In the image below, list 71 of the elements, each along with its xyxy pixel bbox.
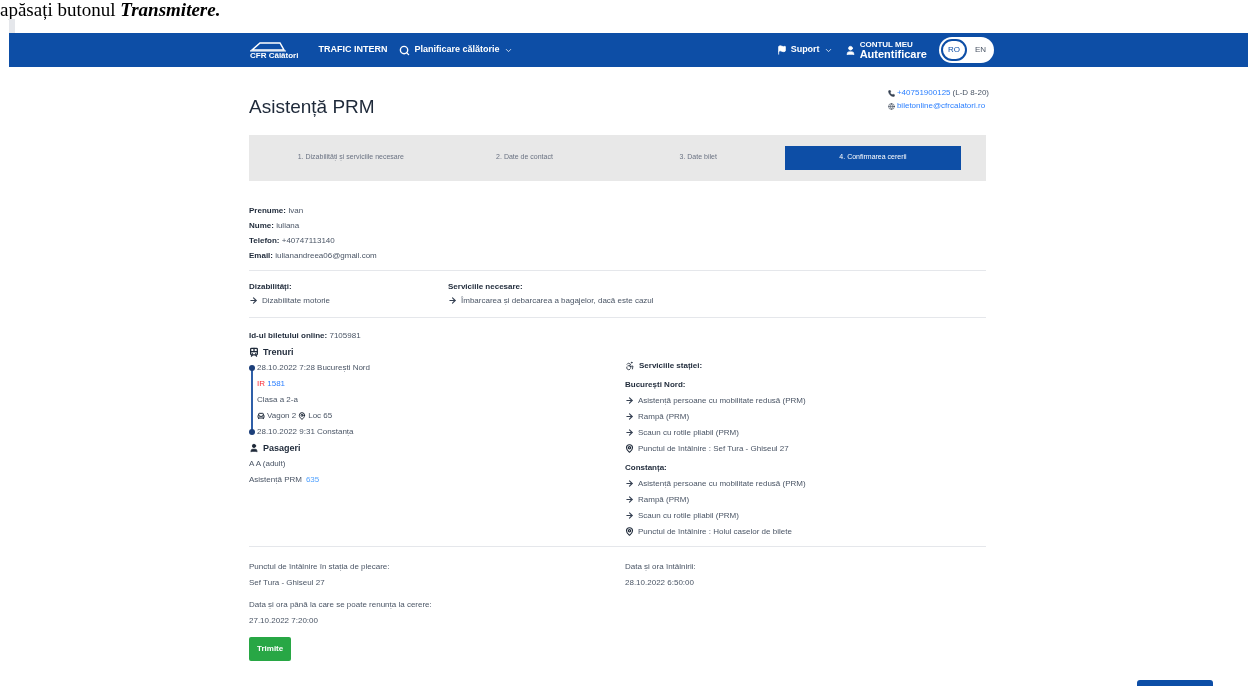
email-link[interactable]: biletonline@cfrcalatori.ro — [896, 100, 986, 112]
station-name: Constanța: — [625, 461, 668, 474]
logo-text: CFR Călători — [250, 52, 299, 60]
phone-icon — [887, 89, 895, 97]
train-icon — [249, 346, 259, 357]
page-title: Asistență PRM — [249, 95, 375, 119]
station-service-text: Punctul de întâlnire : Sef Tura - Ghiseul 27 — [638, 442, 789, 455]
arrow-icon — [249, 296, 258, 305]
seat-text: Loc 65 — [308, 409, 333, 422]
person-icon — [844, 44, 856, 56]
nav-link[interactable]: Planificare călătorie — [399, 43, 513, 57]
arrow-icon — [625, 511, 634, 520]
arrow-icon — [625, 428, 634, 437]
ticket-id: Id-ul biletului online: 7105981 — [249, 329, 362, 342]
contact-detail: Prenume: Ivan — [249, 204, 305, 217]
contact-detail: Telefon: +40747113140 — [249, 234, 336, 247]
hours-text: (L-D 8-20) — [952, 87, 989, 99]
passenger-text: A A (adult) — [249, 457, 287, 470]
service-text: Îmbarcarea și debarcarea a bagajelor, dacă este cazul — [461, 294, 654, 307]
globe-icon — [887, 102, 895, 110]
arrow-icon — [625, 412, 634, 421]
summary-label: Data și ora întâlnirii: — [625, 560, 697, 573]
arrow-icon — [625, 495, 634, 504]
search-icon — [399, 44, 411, 56]
summary-value: 27.10.2022 7:20:00 — [249, 614, 319, 627]
map-pin-icon — [625, 527, 634, 536]
station-name: București Nord: — [625, 378, 687, 391]
instruction-text: apăsați butonul Transmitere. — [0, 0, 222, 19]
contact-detail: Email: iulianandreea06@gmail.com — [249, 249, 378, 262]
logo[interactable]: CFR Călători — [250, 40, 299, 60]
map-pin-icon — [625, 444, 634, 453]
arrival-text: 28.10.2022 9:31 Constanța — [257, 425, 354, 438]
departure-text: 28.10.2022 7:28 București Nord — [257, 361, 370, 374]
language-option[interactable]: EN — [968, 40, 992, 60]
language-option[interactable]: RO — [940, 39, 967, 61]
disability-text: Dizabilitate motorie — [262, 294, 331, 307]
summary-value: 28.10.2022 6:50:00 — [625, 576, 695, 589]
seat-icon — [257, 411, 265, 420]
arrow-icon — [625, 396, 634, 405]
contact-detail: Nume: iuliana — [249, 219, 301, 232]
assistance-text: Asistență PRM — [249, 473, 302, 486]
person-icon — [249, 442, 259, 453]
station-service-text: Rampă (PRM) — [638, 493, 690, 506]
arrow-icon — [625, 479, 634, 488]
phone-link[interactable]: +40751900125 — [896, 87, 951, 99]
section-heading: Serviciile necesare: — [448, 280, 524, 293]
map-pin-icon — [298, 411, 307, 420]
account-link[interactable]: CONTUL MEU Autentificare — [844, 40, 927, 60]
station-service-text: Punctul de întâlnire : Holul caselor de bilete — [638, 525, 792, 538]
nav-link[interactable]: TRAFIC INTERN — [318, 43, 388, 57]
section-heading: Pasageri — [263, 441, 301, 455]
station-service-text: Rampă (PRM) — [638, 410, 690, 423]
page-edge — [9, 19, 15, 33]
arrow-icon — [448, 296, 457, 305]
station-service-text: Asistență persoane cu mobilitate redusă (PRM) — [638, 394, 806, 407]
station-service-text: Scaun cu rotile pliabil (PRM) — [638, 426, 739, 439]
station-service-text: Asistență persoane cu mobilitate redusă (PRM) — [638, 477, 806, 490]
section-heading: Serviciile stației: — [639, 359, 703, 372]
summary-value: Sef Tura - Ghiseul 27 — [249, 576, 326, 589]
accessibility-icon — [625, 360, 635, 371]
train-logo-icon — [250, 40, 286, 52]
section-heading: Trenuri — [263, 345, 294, 359]
flag-icon — [776, 45, 787, 55]
class-text: Clasa a 2-a — [257, 393, 299, 406]
support-link[interactable]: Suport — [776, 43, 833, 57]
station-service-text: Scaun cu rotile pliabil (PRM) — [638, 509, 739, 522]
wagon-text: Vagon 2 — [267, 409, 297, 422]
summary-label: Data și ora până la care se poate renunța la cerere: — [249, 598, 433, 611]
train-number[interactable]: IR 1581 — [257, 375, 625, 392]
section-heading: Dizabilități: — [249, 280, 293, 293]
summary-label: Punctul de întâlnire în stația de plecare: — [249, 560, 391, 573]
